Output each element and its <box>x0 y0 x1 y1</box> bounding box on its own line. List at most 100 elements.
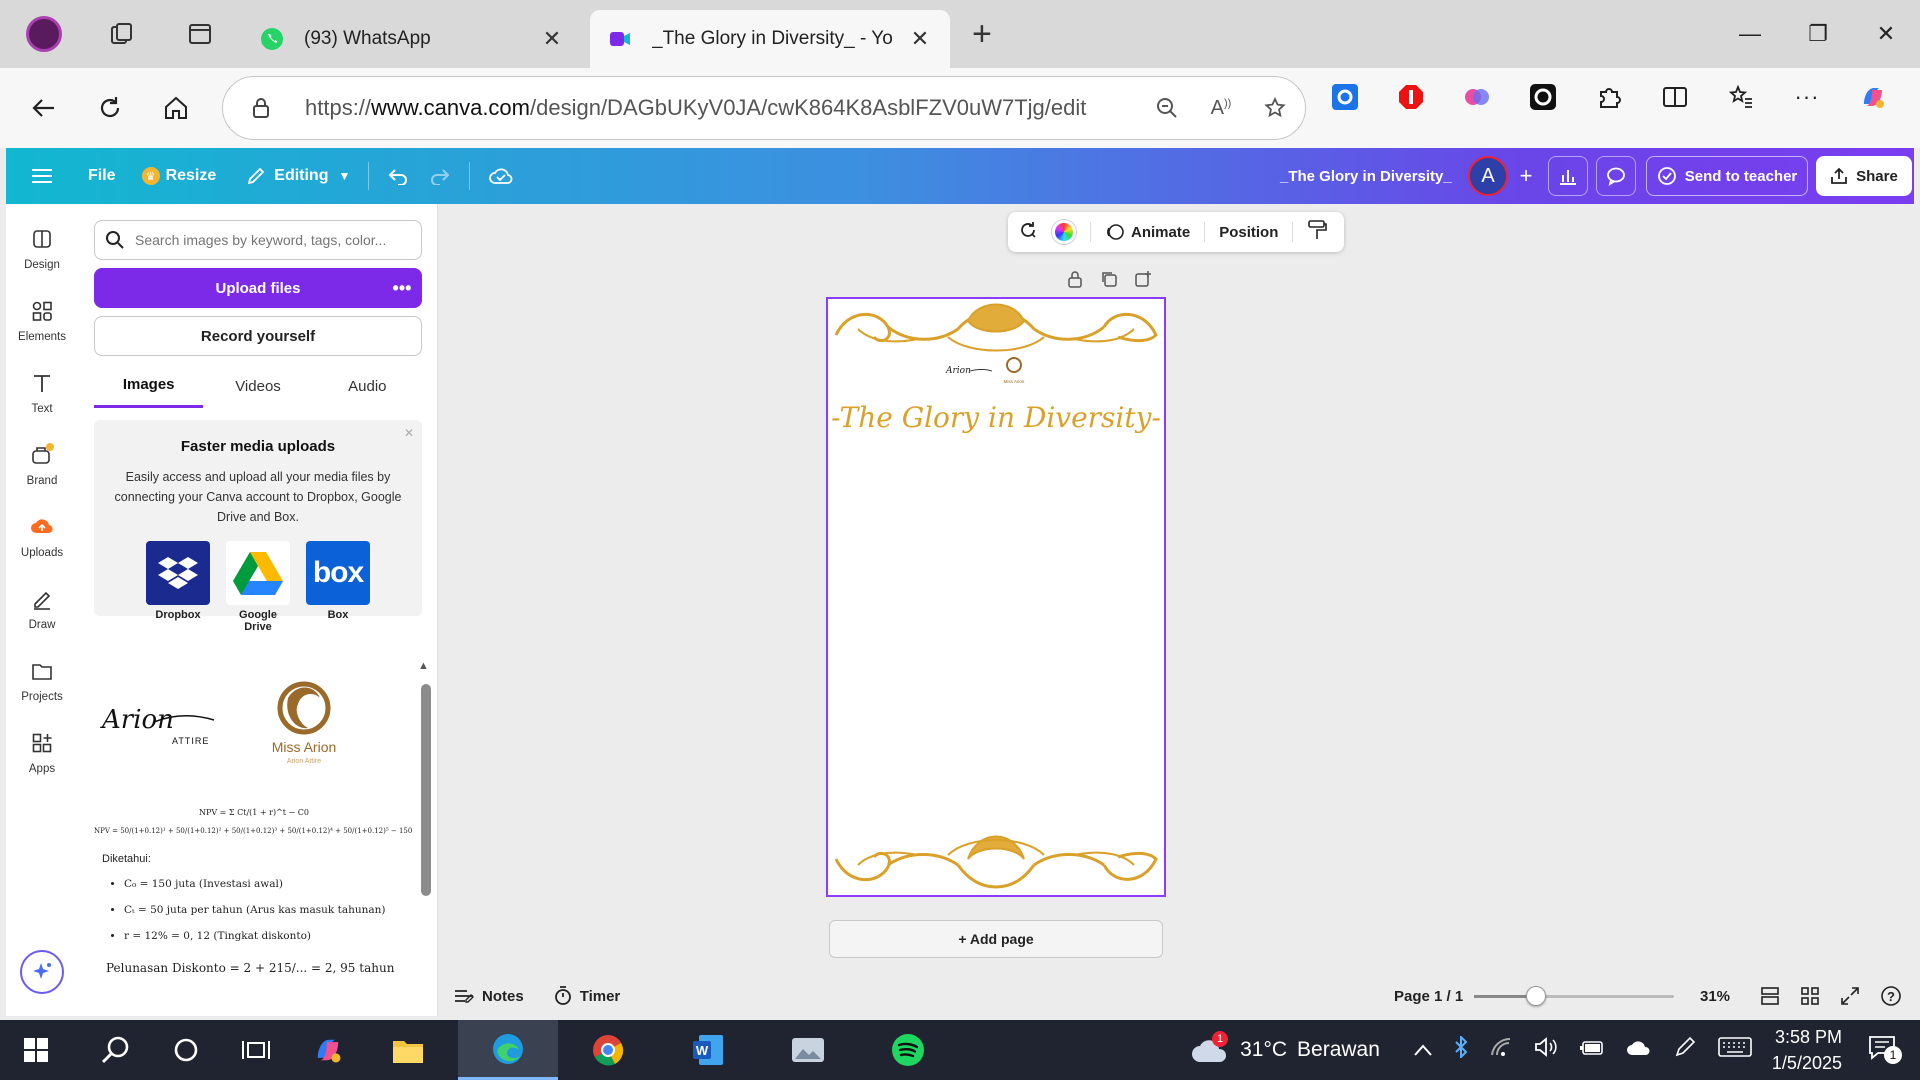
grid-view-icon[interactable] <box>1760 986 1780 1010</box>
copilot-icon[interactable] <box>1858 82 1888 112</box>
bluetooth-icon[interactable] <box>1454 1034 1468 1064</box>
word-icon[interactable]: W <box>678 1020 738 1080</box>
notification-icon[interactable]: 1 <box>1868 1034 1902 1066</box>
upload-files-button[interactable]: Upload files ••• <box>94 268 422 308</box>
chrome-icon[interactable] <box>578 1020 638 1080</box>
spotify-icon[interactable] <box>878 1020 938 1080</box>
restore-button[interactable]: ❐ <box>1784 0 1852 68</box>
close-tab-icon[interactable]: ✕ <box>540 26 564 52</box>
close-window-button[interactable]: ✕ <box>1852 0 1920 68</box>
onedrive-cloud-icon[interactable] <box>1626 1038 1652 1062</box>
rail-item-brand[interactable]: Brand <box>6 428 78 500</box>
provider-dropbox[interactable]: Dropbox <box>146 541 210 633</box>
rail-item-apps[interactable]: Apps <box>6 716 78 788</box>
page-indicator[interactable]: Page 1 / 1 <box>1394 988 1463 1005</box>
reload-button[interactable] <box>88 86 132 130</box>
rail-item-uploads[interactable]: Uploads <box>6 500 78 572</box>
pen-icon[interactable] <box>1674 1036 1696 1064</box>
provider-box[interactable]: box Box <box>306 541 370 633</box>
file-explorer-icon[interactable] <box>378 1020 438 1080</box>
help-icon[interactable]: ? <box>1880 985 1902 1011</box>
add-page-icon[interactable] <box>1134 270 1152 293</box>
close-icon[interactable]: ✕ <box>404 426 414 440</box>
color-wheel-icon[interactable] <box>1052 220 1076 244</box>
scroll-up-arrow[interactable]: ▲ <box>418 660 429 672</box>
tab-images[interactable]: Images <box>94 364 204 408</box>
chevron-up-icon[interactable] <box>1414 1038 1432 1062</box>
favorites-icon[interactable] <box>1726 82 1756 112</box>
keyboard-icon[interactable] <box>1718 1036 1752 1064</box>
more-options-icon[interactable]: ••• <box>382 268 422 308</box>
fullscreen-icon[interactable] <box>1840 986 1860 1010</box>
share-button[interactable]: Share <box>1816 156 1912 196</box>
photos-app-icon[interactable] <box>778 1020 838 1080</box>
read-aloud-icon[interactable]: A)) <box>1197 86 1245 130</box>
grammar-extension-icon[interactable] <box>1528 82 1558 112</box>
rotate-refresh-icon[interactable] <box>1018 220 1038 244</box>
design-page[interactable]: Arion Miss Arion -The Glory in Diversity… <box>826 297 1166 897</box>
tab-whatsapp[interactable]: (93) WhatsApp ✕ <box>242 10 582 68</box>
favorite-star-icon[interactable] <box>1251 86 1299 130</box>
undo-button[interactable] <box>377 156 419 196</box>
task-view-icon[interactable] <box>226 1020 286 1080</box>
profile-button[interactable] <box>26 16 62 52</box>
add-collaborator-icon[interactable]: + <box>1510 160 1542 192</box>
volume-icon[interactable] <box>1534 1037 1558 1063</box>
lock-page-icon[interactable] <box>1066 270 1084 293</box>
timer-button[interactable]: Timer <box>554 986 620 1006</box>
design-title[interactable]: _The Glory in Diversity_ <box>1280 148 1452 204</box>
provider-google-drive[interactable]: Google Drive <box>226 541 290 633</box>
file-menu-button[interactable]: File <box>78 156 126 196</box>
url-text[interactable]: https://www.canva.com/design/DAGbUKyV0JA… <box>305 95 1143 121</box>
tab-canva[interactable]: _The Glory in Diversity_ - Yo ✕ <box>590 10 950 68</box>
close-tab-icon[interactable]: ✕ <box>908 26 932 52</box>
position-button[interactable]: Position <box>1219 224 1278 241</box>
redo-button[interactable] <box>419 156 461 196</box>
more-menu-icon[interactable]: ··· <box>1792 82 1822 112</box>
extension-blue-icon[interactable] <box>1330 82 1360 112</box>
battery-icon[interactable] <box>1579 1038 1604 1062</box>
add-page-button[interactable]: + Add page <box>829 920 1163 958</box>
tab-videos[interactable]: Videos <box>203 364 312 408</box>
wifi-icon[interactable] <box>1490 1037 1512 1063</box>
rail-item-design[interactable]: Design <box>6 212 78 284</box>
adblock-icon[interactable] <box>1396 82 1426 112</box>
editing-mode-button[interactable]: Editing ▼ <box>236 156 360 196</box>
minimize-button[interactable]: — <box>1716 0 1784 68</box>
cloud-saved-icon[interactable] <box>478 156 524 196</box>
workspaces-icon[interactable] <box>104 16 140 52</box>
paint-roller-icon[interactable] <box>1307 219 1328 245</box>
split-screen-icon[interactable] <box>1660 82 1690 112</box>
magic-sparkle-button[interactable] <box>20 950 64 994</box>
tab-audio[interactable]: Audio <box>313 364 422 408</box>
duplicate-page-icon[interactable] <box>1100 270 1118 293</box>
weather-widget[interactable]: 1 31°C Berawan <box>1190 1031 1380 1065</box>
thumbnail-grid-icon[interactable] <box>1800 986 1820 1010</box>
avatar[interactable]: A <box>1468 156 1508 196</box>
home-button[interactable] <box>154 86 198 130</box>
resize-button[interactable]: ♛ Resize <box>132 156 227 196</box>
insights-chart-icon[interactable] <box>1548 156 1588 196</box>
address-bar[interactable]: https://www.canva.com/design/DAGbUKyV0JA… <box>222 76 1306 140</box>
upload-thumb-npv-math[interactable]: NPV = Σ Ct/(1 + r)^t − C0 NPV = 50/(1+0.… <box>94 802 414 1002</box>
lock-icon[interactable] <box>249 96 273 120</box>
search-taskbar-icon[interactable] <box>86 1020 146 1080</box>
zoom-slider[interactable] <box>1474 986 1674 1006</box>
search-input[interactable] <box>135 232 405 248</box>
panel-scrollbar[interactable] <box>421 684 431 896</box>
comment-icon[interactable] <box>1596 156 1636 196</box>
edge-taskbar-icon[interactable] <box>458 1020 558 1080</box>
rail-item-elements[interactable]: Elements <box>6 284 78 356</box>
notes-button[interactable]: Notes <box>454 988 524 1005</box>
zoom-level[interactable]: 31% <box>1700 988 1730 1005</box>
main-menu-button[interactable] <box>20 156 64 196</box>
upload-thumb-arion-signature[interactable]: Arion ATTIRE <box>94 674 224 764</box>
back-button[interactable] <box>22 86 66 130</box>
record-yourself-button[interactable]: Record yourself <box>94 316 422 356</box>
zoom-out-icon[interactable] <box>1143 86 1191 130</box>
zoom-slider-handle[interactable] <box>1526 986 1546 1006</box>
animate-button[interactable]: Animate <box>1105 222 1190 242</box>
brain-extension-icon[interactable] <box>1462 82 1492 112</box>
upload-thumb-miss-arion-logo[interactable]: Miss Arion Arion Attire <box>244 668 364 778</box>
search-box[interactable] <box>94 220 422 260</box>
